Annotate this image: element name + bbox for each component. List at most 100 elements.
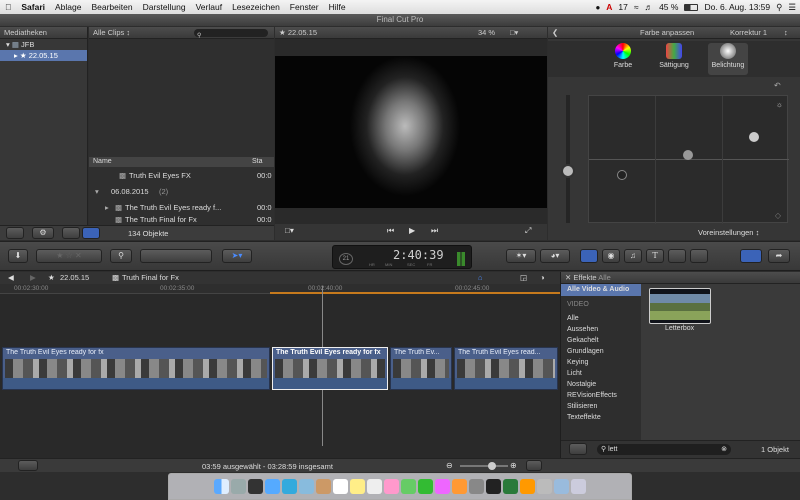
zoom-slider-knob[interactable] [488, 462, 496, 470]
menu-darstellung[interactable]: Darstellung [138, 2, 191, 12]
col-name[interactable]: Name [93, 157, 112, 167]
category-stilisieren[interactable]: Stilisieren [561, 402, 641, 412]
highlights-puck[interactable] [749, 132, 759, 142]
music-button[interactable]: ♫ [624, 249, 642, 263]
notification-center-icon[interactable]: ☰ [788, 2, 796, 13]
zoom-level[interactable]: 34 % [478, 27, 495, 39]
timeline-clip[interactable]: The Truth Evil Eyes read... [454, 347, 558, 390]
edit-buttons[interactable] [140, 249, 212, 263]
battery-percent[interactable]: 45 % [659, 2, 678, 12]
category-keying[interactable]: Keying [561, 358, 641, 368]
breadcrumb-project[interactable]: Truth Final for Fx [122, 272, 179, 284]
master-puck[interactable] [561, 164, 575, 178]
play-icon[interactable]: ▶ [409, 226, 415, 235]
skip-back-icon[interactable]: ⏮ [387, 226, 394, 236]
menu-ablage[interactable]: Ablage [50, 2, 86, 12]
audio-skimming-icon[interactable]: ⌂ [478, 272, 483, 284]
evernote-icon[interactable]: ● [595, 3, 600, 12]
titles-button[interactable]: T [646, 249, 664, 263]
forward-arrow-icon[interactable]: ▶ [30, 272, 36, 284]
ibooks-icon[interactable] [452, 479, 467, 494]
back-arrow-icon[interactable]: ◀ [8, 272, 14, 284]
mail-icon[interactable] [299, 479, 314, 494]
category-gekachelt[interactable]: Gekachelt [561, 336, 641, 346]
disclosure-right-icon[interactable]: ▸ [105, 203, 109, 212]
battery-icon[interactable] [684, 3, 699, 11]
chevron-updown-icon[interactable]: ↕ [784, 27, 788, 39]
menu-hilfe[interactable]: Hilfe [324, 2, 351, 12]
clip-filter[interactable]: Alle Clips [93, 28, 124, 37]
clip-height-button[interactable] [526, 460, 542, 471]
snapping-icon[interactable]: ◲ [520, 272, 527, 284]
speed-button[interactable]: ◕▾ [540, 249, 570, 263]
calendar-icon[interactable] [333, 479, 348, 494]
clip-appearance-icon[interactable]: ◑ [540, 272, 545, 284]
effects-browser-button[interactable] [580, 249, 598, 263]
menu-lesezeichen[interactable]: Lesezeichen [227, 2, 285, 12]
col-start[interactable]: Sta [252, 157, 263, 167]
select-tool-button[interactable]: ➤▾ [222, 249, 252, 263]
facetime-icon[interactable] [418, 479, 433, 494]
launchpad-icon[interactable] [231, 479, 246, 494]
menu-app[interactable]: Safari [16, 2, 50, 12]
effect-thumbnail[interactable] [649, 288, 711, 324]
disclosure-down-icon[interactable]: ▾ [95, 187, 99, 196]
timeline-clip[interactable]: The Truth Evil Eyes ready for fx [2, 347, 270, 390]
reminders-icon[interactable] [367, 479, 382, 494]
category-revision[interactable]: REVisionEffects [561, 391, 641, 401]
app-store-icon[interactable] [265, 479, 280, 494]
category-all-video-audio[interactable]: Alle Video & Audio [561, 284, 641, 296]
transform-icon[interactable]: □▾ [285, 226, 294, 235]
dashboard[interactable]: 21 2:40:39 HR MIN SEC FR [332, 245, 472, 269]
midtones-puck[interactable] [683, 150, 693, 160]
keyword-buttons[interactable]: ★ ☆ ✕ [36, 249, 102, 263]
fullscreen-icon[interactable]: ⤢ [525, 226, 531, 236]
browser-search[interactable]: ⚲ [194, 29, 268, 39]
master-slider[interactable] [566, 95, 570, 223]
system-preferences-icon[interactable] [469, 479, 484, 494]
timeline-index-button[interactable] [18, 460, 38, 471]
gear-icon[interactable]: ⚙ [32, 227, 54, 239]
sidebar-toggle-button[interactable] [569, 443, 587, 455]
timeline-clip[interactable]: The Truth Ev... [390, 347, 452, 390]
browser-group-row[interactable]: ▾ 06.08.2015 (2) [89, 187, 274, 198]
wifi-icon[interactable]: ≈ [634, 2, 639, 12]
timeline-clip-selected[interactable]: The Truth Evil Eyes ready for fx [272, 347, 388, 390]
adobe-icon[interactable]: A [606, 2, 612, 12]
pages-icon[interactable] [520, 479, 535, 494]
library-toggle-button[interactable] [6, 227, 24, 239]
import-button[interactable]: ⬇ [8, 249, 28, 263]
zoom-slider[interactable] [460, 465, 508, 467]
breadcrumb-event[interactable]: 22.05.15 [60, 272, 89, 284]
preview-icon[interactable] [537, 479, 552, 494]
enhance-button[interactable]: ⚲ [110, 249, 132, 263]
zoom-in-icon[interactable]: ⊕ [510, 461, 517, 470]
share-button[interactable]: ➦ [768, 249, 790, 263]
chevron-updown-icon[interactable]: ↕ [126, 28, 130, 37]
themes-button[interactable] [690, 249, 708, 263]
category-nostalgie[interactable]: Nostalgie [561, 380, 641, 390]
volume-icon[interactable]: ♬ [645, 2, 654, 12]
skip-forward-icon[interactable]: ⏭ [431, 226, 438, 236]
library-root[interactable]: ▾ ▦ JFB [0, 39, 87, 50]
view-options-icon[interactable]: □▾ [510, 27, 518, 39]
photos-icon[interactable] [384, 479, 399, 494]
video-frame[interactable] [275, 56, 547, 208]
effects-search-field[interactable]: ⚲ lett ⊗ [597, 444, 731, 455]
clear-search-icon[interactable]: ⊗ [721, 444, 727, 455]
final-cut-icon[interactable] [486, 479, 501, 494]
spotlight-icon[interactable]: ⚲ [776, 2, 782, 13]
presets-button[interactable]: Voreinstellungen ↕ [698, 228, 759, 237]
filmstrip-view-button[interactable] [62, 227, 80, 239]
tab-belichtung[interactable]: Belichtung [708, 43, 748, 75]
mission-control-icon[interactable] [248, 479, 263, 494]
effects-all[interactable]: Alle [598, 273, 611, 282]
itunes-icon[interactable] [435, 479, 450, 494]
category-alle[interactable]: Alle [561, 314, 641, 324]
browser-row[interactable]: ▩ Truth Evil Eyes FX 00:0 [89, 171, 274, 182]
reset-icon[interactable]: ↶ [774, 81, 781, 90]
shadows-puck[interactable] [617, 170, 627, 180]
correction-select[interactable]: Korrektur 1 [730, 27, 767, 39]
tab-saettigung[interactable]: Sättigung [656, 43, 692, 69]
inspector-toggle-button[interactable] [740, 249, 762, 263]
